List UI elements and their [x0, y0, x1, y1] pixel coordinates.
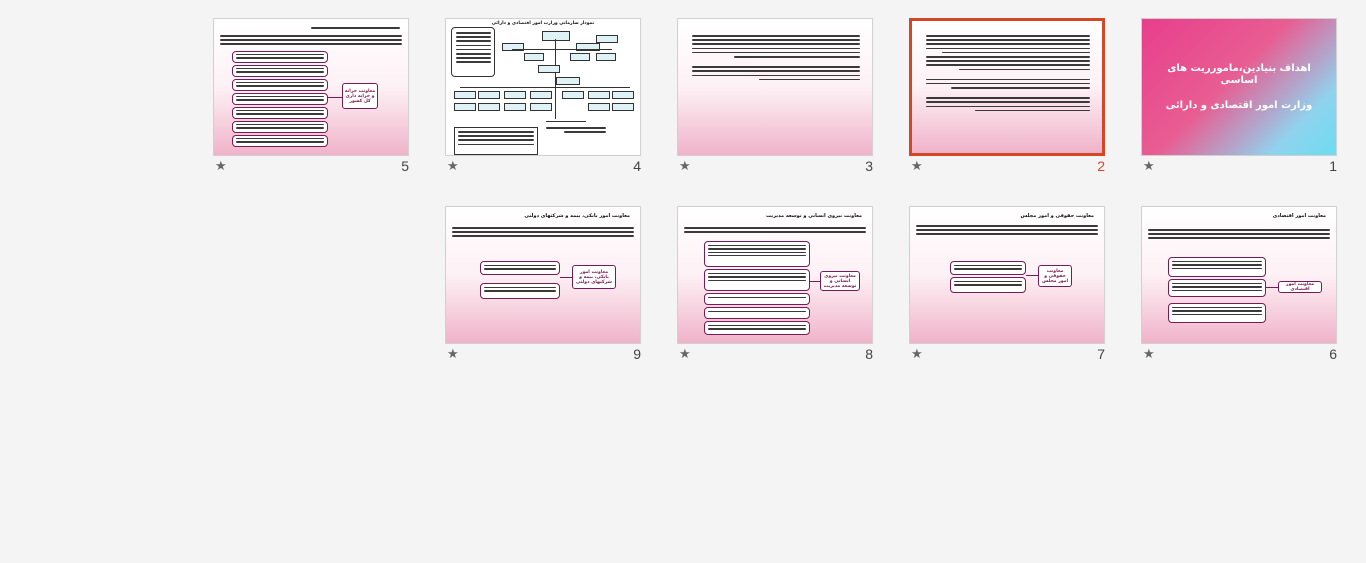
slide-9-star-icon[interactable]: ★	[447, 347, 459, 362]
slide-3-star-icon[interactable]: ★	[679, 159, 691, 174]
slide-thumbnail-5[interactable]: معاونت خزانه و خزانه داری کل کشور ★ 5	[213, 18, 411, 178]
slide-9-number: 9	[633, 346, 641, 362]
slide-9-preview[interactable]: معاونت امور بانکی، بیمه و شرکتهای دولتی …	[445, 206, 641, 344]
slide-6-label: معاونت امور اقتصادی	[1278, 281, 1322, 293]
slide-4-number: 4	[633, 158, 641, 174]
slide-1-title: اهداف بنیادین،مامورریت های اساسی وزارت ا…	[1165, 63, 1313, 111]
slide-8-label: معاونت نیروی انسانی و توسعه مدیریت	[820, 271, 860, 291]
slide-2-number: 2	[1097, 158, 1105, 174]
slide-thumbnail-9[interactable]: معاونت امور بانکی، بیمه و شرکتهای دولتی …	[445, 206, 643, 366]
slide-6-star-icon[interactable]: ★	[1143, 347, 1155, 362]
slide-6-title: معاونت امور اقتصادی	[1272, 213, 1326, 219]
slide-thumbnail-1[interactable]: اهداف بنیادین،مامورریت های اساسی وزارت ا…	[1141, 18, 1339, 178]
slide-6-number: 6	[1329, 346, 1337, 362]
slide-2-preview[interactable]	[909, 18, 1105, 156]
slide-7-label: معاونت حقوقی و امور مجلس	[1038, 265, 1072, 287]
slide-3-number: 3	[865, 158, 873, 174]
slide-1-star-icon[interactable]: ★	[1143, 159, 1155, 174]
slide-1-number: 1	[1329, 158, 1337, 174]
slide-5-text	[220, 35, 402, 48]
slide-5-number: 5	[401, 158, 409, 174]
slide-8-star-icon[interactable]: ★	[679, 347, 691, 362]
slide-2-star-icon[interactable]: ★	[911, 159, 923, 174]
slide-7-preview[interactable]: معاونت حقوقی و امور مجلس معاونت حقوقی و …	[909, 206, 1105, 344]
slide-4-legend	[451, 27, 495, 77]
slide-1-preview[interactable]: اهداف بنیادین،مامورریت های اساسی وزارت ا…	[1141, 18, 1337, 156]
slide-9-label: معاونت امور بانکی، بیمه و شرکتهای دولتی	[572, 265, 616, 289]
slide-4-star-icon[interactable]: ★	[447, 159, 459, 174]
slide-8-number: 8	[865, 346, 873, 362]
slide-5-star-icon[interactable]: ★	[215, 159, 227, 174]
slide-8-title: معاونت نیروی انسانی و توسعه مدیریت	[765, 213, 862, 219]
slide-8-preview[interactable]: معاونت نیروی انسانی و توسعه مدیریت معاون…	[677, 206, 873, 344]
slide-thumbnail-6[interactable]: معاونت امور اقتصادی معاونت امور اقتصادی …	[1141, 206, 1339, 366]
slide-4-footer	[546, 125, 606, 149]
slide-5-title-lines	[222, 27, 400, 31]
slide-3-text-block	[692, 35, 860, 83]
slide-7-title: معاونت حقوقی و امور مجلس	[1020, 213, 1094, 219]
slide-6-preview[interactable]: معاونت امور اقتصادی معاونت امور اقتصادی	[1141, 206, 1337, 344]
slide-9-title: معاونت امور بانکی، بیمه و شرکتهای دولتی	[524, 213, 630, 219]
slide-thumbnail-2[interactable]: ★ 2	[909, 18, 1107, 178]
slide-4-title: نمودار سازمانی وزارت امور اقتصادی و دارا…	[491, 21, 595, 26]
slide-5-preview[interactable]: معاونت خزانه و خزانه داری کل کشور	[213, 18, 409, 156]
slide-thumbnail-4[interactable]: نمودار سازمانی وزارت امور اقتصادی و دارا…	[445, 18, 643, 178]
slide-5-label: معاونت خزانه و خزانه داری کل کشور	[342, 83, 378, 109]
slide-thumbnail-8[interactable]: معاونت نیروی انسانی و توسعه مدیریت معاون…	[677, 206, 875, 366]
slide-thumbnail-7[interactable]: معاونت حقوقی و امور مجلس معاونت حقوقی و …	[909, 206, 1107, 366]
slide-thumbnail-3[interactable]: ★ 3	[677, 18, 875, 178]
slide-2-text-block	[926, 35, 1090, 114]
slide-3-preview[interactable]	[677, 18, 873, 156]
slide-4-preview[interactable]: نمودار سازمانی وزارت امور اقتصادی و دارا…	[445, 18, 641, 156]
slide-4-table	[454, 127, 538, 155]
slide-7-number: 7	[1097, 346, 1105, 362]
slide-7-star-icon[interactable]: ★	[911, 347, 923, 362]
